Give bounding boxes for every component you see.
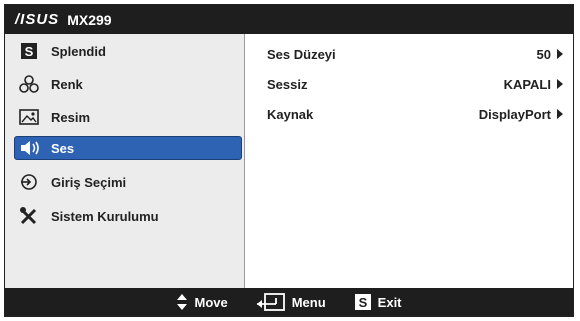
sidebar: S Splendid Renk Resim Ses Giriş Seçimi S… xyxy=(5,34,245,289)
settings-panel: Ses Düzeyi 50 Sessiz KAPALI Kaynak Displ… xyxy=(245,34,573,289)
input-arrow-icon xyxy=(19,172,39,192)
setting-row-mute[interactable]: Sessiz KAPALI xyxy=(267,74,563,94)
setting-name: Sessiz xyxy=(267,76,308,92)
osd-window: /ISUS MX299 S Splendid Renk Resim Ses Gi… xyxy=(4,4,574,317)
sidebar-item-resim[interactable]: Resim xyxy=(15,105,237,129)
move-hint[interactable]: Move xyxy=(176,293,228,311)
setting-row-volume[interactable]: Ses Düzeyi 50 xyxy=(267,44,563,64)
setting-value: 50 xyxy=(536,46,551,62)
sidebar-item-sistem-kurulumu[interactable]: Sistem Kurulumu xyxy=(15,204,237,228)
sidebar-item-renk[interactable]: Renk xyxy=(15,72,237,96)
sidebar-item-label: Sistem Kurulumu xyxy=(51,208,159,224)
color-balls-icon xyxy=(19,74,39,94)
setting-name: Ses Düzeyi xyxy=(267,46,336,62)
setting-value: DisplayPort xyxy=(478,106,551,122)
splendid-s-icon: S xyxy=(19,41,39,61)
svg-text:S: S xyxy=(25,44,34,59)
sidebar-item-label: Ses xyxy=(51,140,75,156)
sidebar-item-label: Giriş Seçimi xyxy=(51,174,127,190)
sidebar-item-label: Resim xyxy=(51,109,91,125)
sidebar-item-giris-secimi[interactable]: Giriş Seçimi xyxy=(15,170,237,194)
setting-name: Kaynak xyxy=(267,106,314,122)
chevron-right-icon xyxy=(557,79,563,89)
title-bar: /ISUS MX299 xyxy=(5,5,573,34)
setting-row-source[interactable]: Kaynak DisplayPort xyxy=(267,104,563,124)
model-name: MX299 xyxy=(67,11,112,28)
sidebar-item-label: Renk xyxy=(51,76,83,92)
enter-icon xyxy=(256,293,286,311)
footer-hints: Move Menu S Exit xyxy=(5,288,573,316)
brand-logo: /ISUS xyxy=(15,11,60,28)
setting-value: KAPALI xyxy=(503,76,551,92)
chevron-right-icon xyxy=(557,49,563,59)
speaker-icon xyxy=(19,138,39,158)
exit-label: Exit xyxy=(377,294,402,310)
sidebar-item-ses[interactable]: Ses xyxy=(14,136,242,160)
svg-text:S: S xyxy=(358,295,367,310)
chevron-right-icon xyxy=(557,109,563,119)
move-label: Move xyxy=(194,294,228,310)
exit-s-icon: S xyxy=(354,293,372,311)
up-down-arrows-icon xyxy=(176,293,188,311)
picture-icon xyxy=(19,107,39,127)
tools-icon xyxy=(19,206,39,226)
menu-label: Menu xyxy=(291,294,326,310)
exit-hint[interactable]: S Exit xyxy=(354,293,402,311)
sidebar-item-splendid[interactable]: S Splendid xyxy=(15,39,237,63)
menu-hint[interactable]: Menu xyxy=(256,293,326,311)
sidebar-item-label: Splendid xyxy=(51,43,106,59)
